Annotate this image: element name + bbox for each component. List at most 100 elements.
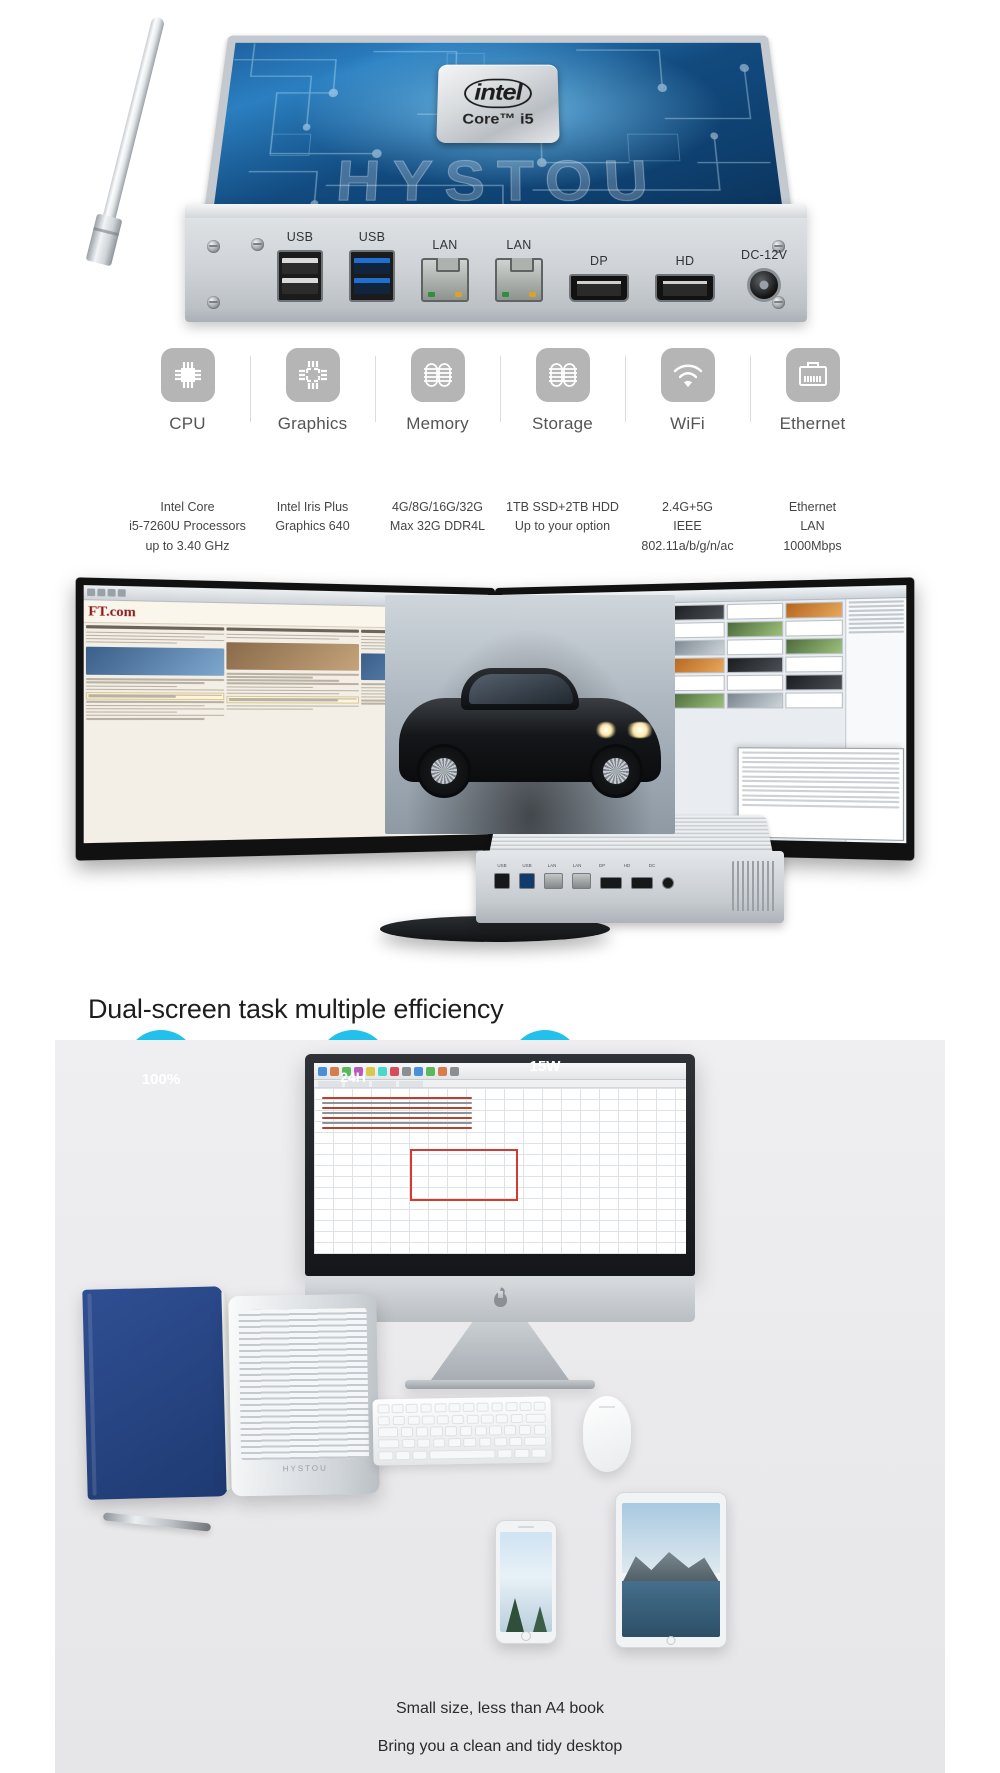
heatsink-fins	[238, 1307, 370, 1461]
wireless-mouse	[583, 1396, 631, 1472]
port-usb-2: USB	[349, 230, 395, 302]
spec-desc-ethernet: Ethernet LAN 1000Mbps	[783, 500, 842, 553]
tablet	[615, 1492, 727, 1648]
spec-label: Memory	[406, 414, 469, 433]
dc-jack-icon	[662, 877, 674, 889]
displayport-icon	[600, 877, 622, 889]
mini-pc-on-desk: HYSTOU	[228, 1293, 380, 1497]
spec-cell-wifi: WiFi	[625, 348, 750, 434]
port-dp: DP	[569, 254, 629, 302]
port-lan-2: LAN	[495, 238, 543, 302]
usb-port-icon	[494, 873, 510, 889]
port-label: DP	[590, 254, 608, 268]
car-wallpaper	[385, 595, 675, 834]
pen	[102, 1512, 212, 1532]
rj45-port-icon	[572, 873, 591, 889]
usb3-port-icon	[519, 873, 535, 889]
io-port-row: USB USB LAN LAN DP HD DC-12V	[277, 230, 787, 302]
mini-pc-device: HYSTOU intel Core™ i5 USB USB LAN LAN DP…	[175, 8, 815, 338]
rj45-port-icon	[544, 873, 563, 889]
badge-value: 100%	[141, 1070, 181, 1088]
desk-scene-photo: HYSTOU Small size, less than A4 book Bri…	[55, 1040, 945, 1773]
device-front-panel: USB USB LAN LAN DP HD DC-12V	[185, 204, 807, 322]
imac-stand-base	[405, 1380, 595, 1389]
spreadsheet-screen	[314, 1063, 686, 1254]
spec-desc-storage: 1TB SSD+2TB HDD Up to your option	[506, 500, 619, 534]
port-dc: DC-12V	[741, 248, 787, 302]
badge-value: 24H	[340, 1069, 366, 1085]
spec-label: Ethernet	[779, 414, 846, 433]
spec-cell-graphics: Graphics	[250, 348, 375, 434]
spec-description-row: Intel Core i5-7260U Processors up to 3.4…	[0, 498, 1000, 556]
hdmi-port-icon	[631, 877, 653, 889]
antenna-rod	[100, 15, 166, 228]
apple-logo-icon	[493, 1290, 507, 1307]
screw-icon	[207, 296, 220, 309]
hero-product-section: HYSTOU intel Core™ i5 USB USB LAN LAN DP…	[0, 0, 1000, 340]
phone-home-button	[521, 1631, 531, 1641]
selection-highlight	[410, 1149, 518, 1201]
spreadsheet-tabs	[314, 1080, 686, 1088]
spec-desc-cpu: Intel Core i5-7260U Processors up to 3.4…	[129, 500, 246, 553]
usb-port-icon	[277, 250, 323, 302]
displayport-icon	[569, 274, 629, 302]
imac-bezel	[305, 1054, 695, 1276]
port-label: DC-12V	[741, 248, 788, 262]
port-lan-1: LAN	[421, 238, 469, 302]
usb3-port-icon	[349, 250, 395, 302]
wifi-icon	[660, 348, 715, 402]
hdmi-port-icon	[655, 274, 715, 302]
spec-cell-memory: Memory	[375, 348, 500, 434]
memory-icon	[410, 348, 465, 402]
port-usb-1: USB	[277, 230, 323, 302]
port-hd: HD	[655, 254, 715, 302]
news-column	[226, 627, 359, 837]
mini-pc-front-face: USB USB LAN LAN DP HD DC	[476, 851, 784, 923]
tablet-home-button	[666, 1636, 676, 1645]
storage-icon	[535, 348, 590, 402]
spec-label: Storage	[532, 414, 593, 433]
gpu-chip-icon	[285, 348, 340, 402]
badge-value: 15W	[529, 1057, 561, 1075]
side-vent-grille	[732, 861, 776, 911]
port-label: USB	[358, 230, 386, 244]
mini-pc-port-labels: USB USB LAN LAN DP HD DC	[497, 863, 656, 868]
lid-frame	[203, 35, 793, 220]
desk-caption-size: Small size, less than A4 book	[395, 1700, 605, 1717]
spec-cell-cpu: CPU	[125, 348, 250, 434]
spec-desc-memory: 4G/8G/16G/32G Max 32G DDR4L	[389, 500, 486, 534]
phone-speaker	[518, 1526, 534, 1528]
cpu-chip-icon	[160, 348, 215, 402]
spec-label: WiFi	[670, 414, 705, 433]
dual-screen-photo: FT.com USB USB LAN LAN DP HD DC	[0, 577, 1000, 988]
tablet-screen	[622, 1503, 720, 1637]
spec-cell-ethernet: Ethernet	[750, 348, 875, 434]
imac-stand-neck	[431, 1322, 569, 1380]
mini-pc-brand-label: HYSTOU	[282, 1463, 328, 1474]
smartphone	[495, 1520, 557, 1644]
spec-icon-row: CPU Graphics Memory Storage WiFi Etherne…	[0, 348, 1000, 508]
screw-icon	[251, 238, 264, 251]
port-label: LAN	[506, 238, 532, 252]
antenna-base	[85, 213, 123, 267]
spec-label: CPU	[169, 414, 206, 433]
ethernet-icon	[785, 348, 840, 402]
screw-icon	[207, 240, 220, 253]
wireless-keyboard	[372, 1396, 552, 1466]
rj45-port-icon	[495, 258, 543, 302]
phone-screen	[500, 1532, 552, 1632]
port-label: HD	[675, 254, 695, 268]
spreadsheet-text-block	[322, 1097, 472, 1132]
dc-jack-icon	[747, 268, 782, 302]
spreadsheet-ribbon	[314, 1063, 686, 1080]
port-label: USB	[286, 230, 314, 244]
wifi-antenna	[85, 15, 170, 267]
sports-car-image	[399, 668, 661, 798]
spec-desc-graphics: Intel Iris Plus Graphics 640	[275, 500, 350, 534]
rj45-port-icon	[421, 258, 469, 302]
spec-label: Graphics	[277, 414, 348, 433]
efficiency-headline: Dual-screen task multiple efficiency	[88, 994, 504, 1024]
device-top-lid: HYSTOU intel Core™ i5	[203, 35, 793, 220]
chassis-top-edge	[185, 204, 807, 218]
port-label: LAN	[432, 238, 458, 252]
